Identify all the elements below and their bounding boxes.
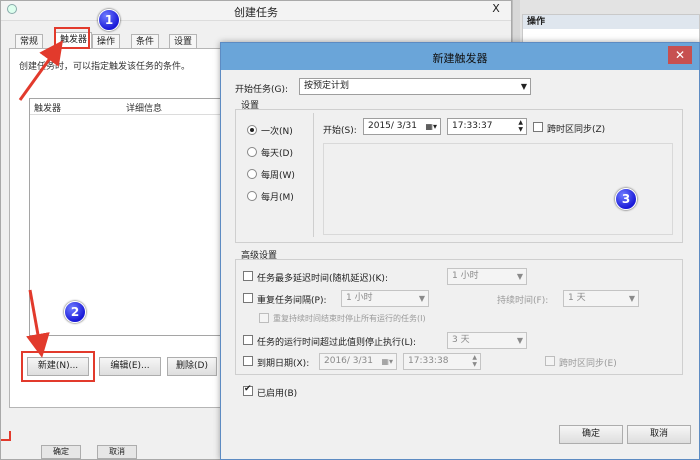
new-trigger-dialog: 新建触发器 ✕ 开始任务(G): 按预定计划 ▼ 设置 一次(N) 每天(D) … <box>220 42 700 460</box>
radio-weekly[interactable] <box>247 169 257 179</box>
start-label: 开始(S): <box>323 126 357 136</box>
repeat-select[interactable]: 1 小时 ▼ <box>341 290 429 307</box>
begin-task-value: 按预定计划 <box>304 81 350 91</box>
duration-label: 持续时间(F): <box>497 296 549 306</box>
radio-monthly[interactable] <box>247 191 257 201</box>
radio-once[interactable] <box>247 125 257 135</box>
arrow-to-triggers-tab <box>18 40 64 101</box>
start-time-value: 17:33:37 <box>452 121 493 131</box>
stop-longer-label[interactable]: 任务的运行时间超过此值则停止执行(L): <box>257 335 416 348</box>
chevron-down-icon: ▼ <box>516 272 523 281</box>
stop-longer-value: 3 天 <box>452 335 470 345</box>
stop-longer-checkbox[interactable] <box>243 335 253 345</box>
new-trigger-cancel-button[interactable]: 取消 <box>627 425 691 444</box>
stop-at-end-checkbox[interactable] <box>259 313 269 323</box>
repeat-value: 1 小时 <box>346 293 373 303</box>
chevron-down-icon: ▼ <box>520 82 527 91</box>
radio-monthly-label[interactable]: 每月(M) <box>261 190 294 203</box>
repeat-label[interactable]: 重复任务间隔(P): <box>257 293 326 306</box>
new-trigger-ok-button[interactable]: 确定 <box>559 425 623 444</box>
expire-time-input[interactable]: 17:33:38 ▲ ▼ <box>403 353 481 370</box>
new-trigger-close-button[interactable]: ✕ <box>668 46 692 64</box>
sync-timezone-checkbox[interactable] <box>533 122 543 132</box>
expire-sync-checkbox[interactable] <box>545 356 555 366</box>
spinner-icon[interactable]: ▲ ▼ <box>518 119 523 133</box>
repeat-checkbox[interactable] <box>243 293 253 303</box>
sync-timezone-label[interactable]: 跨时区同步(Z) <box>547 122 605 135</box>
new-trigger-title: 新建触发器 <box>432 52 488 65</box>
begin-task-label: 开始任务(G): <box>235 85 289 95</box>
start-date-picker[interactable]: 2015/ 3/31 ▦▾ <box>363 118 441 135</box>
chevron-down-icon: ▼ <box>628 294 635 303</box>
delay-label[interactable]: 任务最多延迟时间(随机延迟)(K): <box>257 271 388 284</box>
spinner-icon[interactable]: ▲ ▼ <box>472 354 477 368</box>
radio-daily-label[interactable]: 每天(D) <box>261 146 293 159</box>
radio-once-label[interactable]: 一次(N) <box>261 124 293 137</box>
calendar-icon: ▦▾ <box>425 122 437 131</box>
expire-date-picker[interactable]: 2016/ 3/31 ▦▾ <box>319 353 397 370</box>
enabled-checkbox[interactable] <box>243 384 253 396</box>
arrow-to-new-button <box>26 289 50 358</box>
stop-longer-select[interactable]: 3 天 ▼ <box>447 332 527 349</box>
radio-daily[interactable] <box>247 147 257 157</box>
expire-sync-label[interactable]: 跨时区同步(E) <box>559 356 617 369</box>
new-trigger-titlebar: 新建触发器 ✕ <box>221 43 699 70</box>
expire-time-value: 17:33:38 <box>408 356 449 366</box>
chevron-down-icon: ▼ <box>418 294 425 303</box>
stop-at-end-label[interactable]: 重复持续时间结束时停止所有运行的任务(I) <box>273 313 426 324</box>
begin-task-select[interactable]: 按预定计划 ▼ <box>299 78 531 95</box>
settings-divider <box>313 113 314 237</box>
calendar-icon: ▦▾ <box>381 357 393 366</box>
duration-select[interactable]: 1 天 ▼ <box>563 290 639 307</box>
expire-date-value: 2016/ 3/31 <box>324 356 374 366</box>
delay-value: 1 小时 <box>452 271 479 281</box>
start-date-value: 2015/ 3/31 <box>368 121 418 131</box>
delay-checkbox[interactable] <box>243 271 253 281</box>
marker-3: 3 <box>615 188 637 210</box>
delay-select[interactable]: 1 小时 ▼ <box>447 268 527 285</box>
radio-weekly-label[interactable]: 每周(W) <box>261 168 295 181</box>
chevron-down-icon: ▼ <box>516 336 523 345</box>
duration-value: 1 天 <box>568 293 586 303</box>
enabled-label[interactable]: 已启用(B) <box>257 386 297 399</box>
expire-checkbox[interactable] <box>243 356 253 366</box>
start-time-input[interactable]: 17:33:37 ▲ ▼ <box>447 118 527 135</box>
expire-label[interactable]: 到期日期(X): <box>257 356 309 369</box>
